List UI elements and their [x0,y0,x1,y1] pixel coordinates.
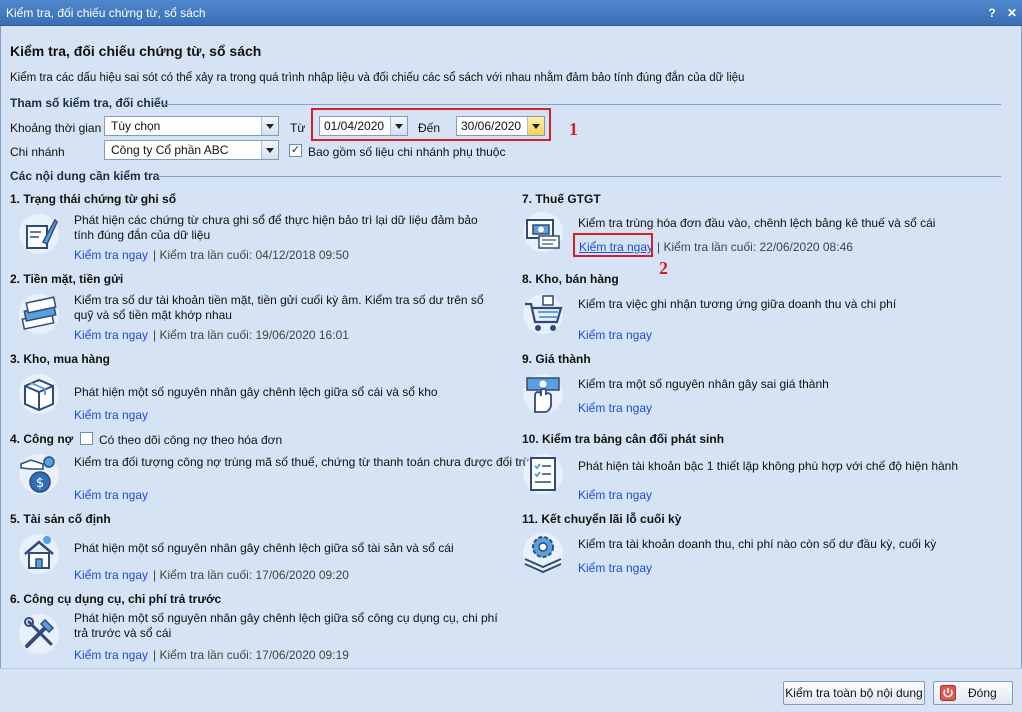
item-desc-2: Kiểm tra số dư tài khoản tiền mặt, tiền … [74,293,484,322]
item-title-11: 11. Kết chuyển lãi lỗ cuối kỳ [522,512,682,526]
check-now-link-5[interactable]: Kiểm tra ngay [74,568,148,582]
check-now-link-11[interactable]: Kiểm tra ngay [578,561,652,575]
chevron-down-icon[interactable] [261,117,278,135]
window-title: Kiểm tra, đối chiếu chứng từ, sổ sách [6,6,206,20]
last-check-6: | Kiểm tra lần cuối: 17/06/2020 09:19 [153,648,349,662]
branch-select[interactable]: Công ty Cổ phần ABC [104,140,279,160]
last-check-1: | Kiểm tra lần cuối: 04/12/2018 09:50 [153,248,349,262]
track-by-invoice-checkbox[interactable] [80,432,93,445]
include-branch-checkbox[interactable]: ✓ [289,144,302,157]
item-title-2: 2. Tiền mặt, tiền gửi [10,272,124,286]
annotation-number-1: 1 [569,119,578,139]
item-title-8: 8. Kho, bán hàng [522,272,619,286]
check-now-link-10[interactable]: Kiểm tra ngay [578,488,652,502]
tools-icon [19,614,59,654]
last-check-5: | Kiểm tra lần cuối: 17/06/2020 09:20 [153,568,349,582]
last-check-2: | Kiểm tra lần cuối: 19/06/2020 16:01 [153,328,349,342]
dialog-footer: Kiểm tra toàn bộ nội dung Đóng [0,668,1022,712]
cash-stack-icon [19,294,59,334]
annotation-number-2: 2 [659,258,668,278]
item-desc-5: Phát hiện một số nguyên nhân gây chênh l… [74,541,454,555]
power-icon [940,685,956,701]
chevron-down-icon[interactable] [261,141,278,159]
include-branch-label: Bao gồm số liệu chi nhánh phụ thuộc [308,145,506,159]
item-desc-10: Phát hiện tài khoản bậc 1 thiết lập khôn… [578,459,959,473]
feather-document-icon [19,214,59,254]
help-button[interactable]: ? [983,4,1001,22]
house-icon [19,534,59,574]
item-title-1: 1. Trạng thái chứng từ ghi sổ [10,192,177,206]
item-title-4: 4. Công nợ [10,432,74,446]
page-description: Kiểm tra các dấu hiệu sai sót có thể xảy… [10,72,745,84]
item-desc-6: Phát hiện một số nguyên nhân gây chênh l… [74,611,498,640]
item-desc-7: Kiểm tra trùng hóa đơn đầu vào, chênh lệ… [578,216,936,230]
item-title-10: 10. Kiểm tra bảng cân đối phát sinh [522,432,725,446]
check-all-button[interactable]: Kiểm tra toàn bộ nội dung [783,681,925,705]
period-select[interactable]: Tùy chọn [104,116,279,136]
box-icon [19,374,59,414]
close-button-label: Đóng [968,686,997,700]
branch-value: Công ty Cổ phần ABC [111,143,229,157]
window-titlebar: Kiểm tra, đối chiếu chứng từ, sổ sách ? … [0,0,1022,26]
close-button[interactable]: Đóng [933,681,1013,705]
period-value: Tùy chọn [111,119,161,133]
params-section-title: Tham số kiểm tra, đối chiếu [10,96,169,110]
item-title-6: 6. Công cụ dụng cụ, chi phí trả trước [10,592,222,606]
item-desc-11: Kiểm tra tài khoản doanh thu, chi phí nà… [578,537,937,551]
content-section-title: Các nội dung cần kiểm tra [10,169,160,183]
last-check-7: | Kiểm tra lần cuối: 22/06/2020 08:46 [657,240,853,254]
annotation-box-1 [311,108,551,141]
check-now-link-2[interactable]: Kiểm tra ngay [74,328,148,342]
check-now-link-6[interactable]: Kiểm tra ngay [74,648,148,662]
item-desc-8: Kiểm tra việc ghi nhận tương ứng giữa do… [578,297,897,311]
money-bag-hand-icon: $ [19,454,59,494]
shopping-cart-icon [523,294,563,334]
check-now-link-3[interactable]: Kiểm tra ngay [74,408,148,422]
page-title: Kiểm tra, đối chiếu chứng từ, sổ sách [10,43,262,59]
check-now-link-8[interactable]: Kiểm tra ngay [578,328,652,342]
section-divider [161,104,1001,105]
hand-money-icon [523,374,563,414]
annotation-box-2 [573,233,653,257]
section-divider [156,176,1001,177]
close-window-button[interactable]: ✕ [1003,4,1021,22]
check-now-link-4[interactable]: Kiểm tra ngay [74,488,148,502]
branch-label: Chi nhánh [10,145,65,159]
item-desc-3: Phát hiện một số nguyên nhân gây chênh l… [74,385,438,399]
item-title-9: 9. Giá thành [522,352,591,366]
invoice-icon [523,212,563,252]
check-now-link-1[interactable]: Kiểm tra ngay [74,248,148,262]
item-desc-1: Phát hiện các chứng từ chưa ghi sổ để th… [74,213,478,242]
item-desc-4: Kiểm tra đối tượng công nợ trùng mã số t… [74,455,551,469]
checklist-icon [523,454,563,494]
item-title-3: 3. Kho, mua hàng [10,352,111,366]
svg-text:$: $ [36,476,44,491]
gear-layers-icon [523,533,563,574]
from-label: Từ [290,121,306,135]
period-label: Khoảng thời gian [10,121,102,135]
item-desc-9: Kiểm tra một số nguyên nhân gây sai giá … [578,377,829,391]
item-title-7: 7. Thuế GTGT [522,192,601,206]
track-by-invoice-label: Có theo dõi công nợ theo hóa đơn [99,433,283,447]
item-title-5: 5. Tài sản cố định [10,512,111,526]
check-now-link-9[interactable]: Kiểm tra ngay [578,401,652,415]
dialog-body: Kiểm tra, đối chiếu chứng từ, sổ sách Ki… [0,26,1022,668]
